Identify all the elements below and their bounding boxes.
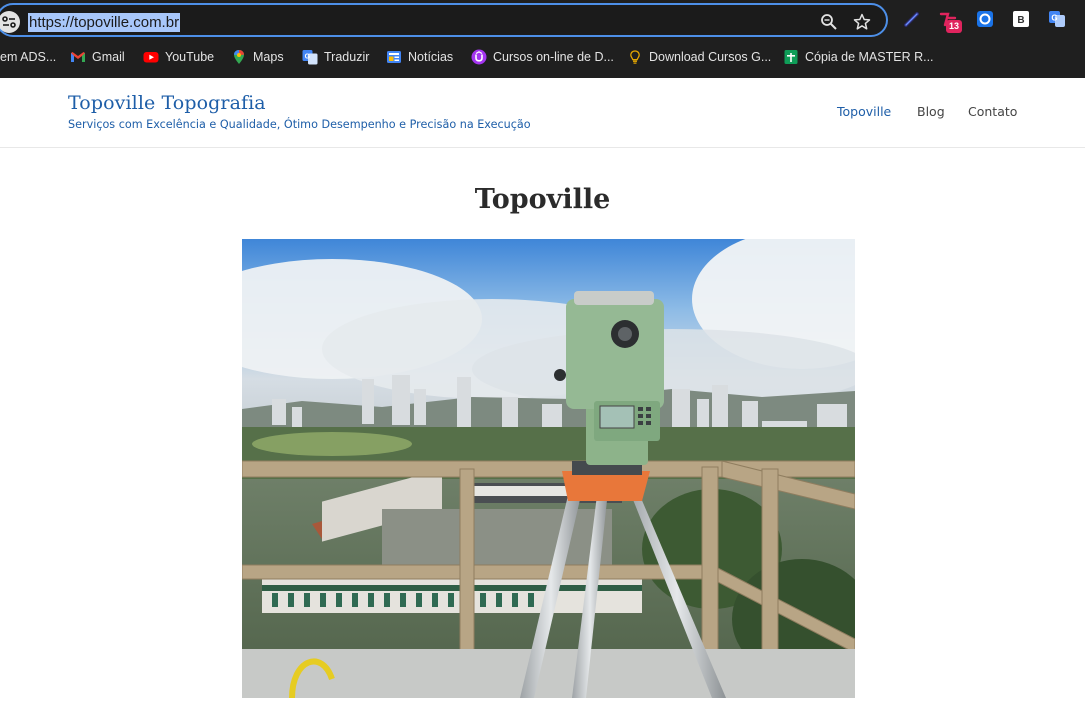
bookmark-star-icon[interactable]: [853, 13, 871, 31]
bookmark-label: Traduzir: [324, 50, 370, 64]
lightbulb-icon: [630, 50, 640, 64]
extension-b-icon[interactable]: B: [1012, 10, 1030, 28]
svg-text:G: G: [305, 54, 311, 61]
bookmark-cursos-online[interactable]: Cursos on-line de D...: [471, 44, 614, 70]
svg-text:B: B: [1017, 15, 1024, 26]
bookmark-maps[interactable]: Maps: [231, 44, 284, 70]
google-translate-extension-icon[interactable]: G: [1048, 10, 1066, 28]
extension-badge: 13: [946, 20, 962, 33]
bookmark-label: YouTube: [165, 50, 215, 64]
address-bar[interactable]: https://topoville.com.br: [0, 3, 888, 37]
site-info-icon[interactable]: [0, 11, 20, 33]
url-text[interactable]: https://topoville.com.br: [28, 13, 181, 32]
bookmark-gmail[interactable]: Gmail: [70, 44, 125, 70]
zoom-icon[interactable]: [820, 13, 838, 31]
color-picker-extension-icon[interactable]: [903, 10, 921, 28]
bookmark-traduzir[interactable]: G Traduzir: [302, 44, 369, 70]
bookmark-copia-master[interactable]: Cópia de MASTER R...: [783, 44, 934, 70]
nav-item-topoville[interactable]: Topoville: [837, 104, 891, 119]
bookmark-label: Download Cursos G...: [649, 50, 772, 64]
hero-image: [242, 239, 855, 698]
web-page: Topoville Topografia Serviços com Excelê…: [0, 78, 1085, 709]
site-header: Topoville Topografia Serviços com Excelê…: [0, 78, 1085, 148]
bookmark-label: em ADS...: [0, 50, 57, 64]
bookmark-label: Cursos on-line de D...: [493, 50, 614, 64]
browser-toolbar: https://topoville.com.br 13 B G em ADS..…: [0, 0, 1085, 78]
bookmark-label: Gmail: [92, 50, 125, 64]
youtube-icon: [143, 52, 159, 63]
site-tagline: Serviços com Excelência e Qualidade, Óti…: [68, 118, 531, 131]
page-title: Topoville: [474, 184, 611, 215]
bookmark-noticias[interactable]: Notícias: [386, 44, 453, 70]
bookmark-label: Cópia de MASTER R...: [805, 50, 934, 64]
extension-blue-icon[interactable]: [976, 10, 994, 28]
sheets-icon: [784, 50, 798, 64]
bookmark-label: Notícias: [408, 50, 454, 64]
bookmark-label: Maps: [253, 50, 284, 64]
nav-item-blog[interactable]: Blog: [917, 104, 945, 119]
bookmark-youtube[interactable]: YouTube: [143, 44, 214, 70]
translate-icon: G: [302, 50, 318, 65]
news-icon: [387, 51, 401, 63]
nav-item-contato[interactable]: Contato: [968, 104, 1017, 119]
bookmark-folder[interactable]: em ADS...: [0, 44, 56, 70]
svg-text:G: G: [1051, 14, 1057, 23]
bookmark-download-cursos[interactable]: Download Cursos G...: [627, 44, 771, 70]
gmail-icon: [71, 52, 85, 62]
site-title-link[interactable]: Topoville Topografia: [68, 92, 266, 114]
maps-icon: [234, 50, 244, 64]
udemy-icon: [471, 49, 487, 65]
